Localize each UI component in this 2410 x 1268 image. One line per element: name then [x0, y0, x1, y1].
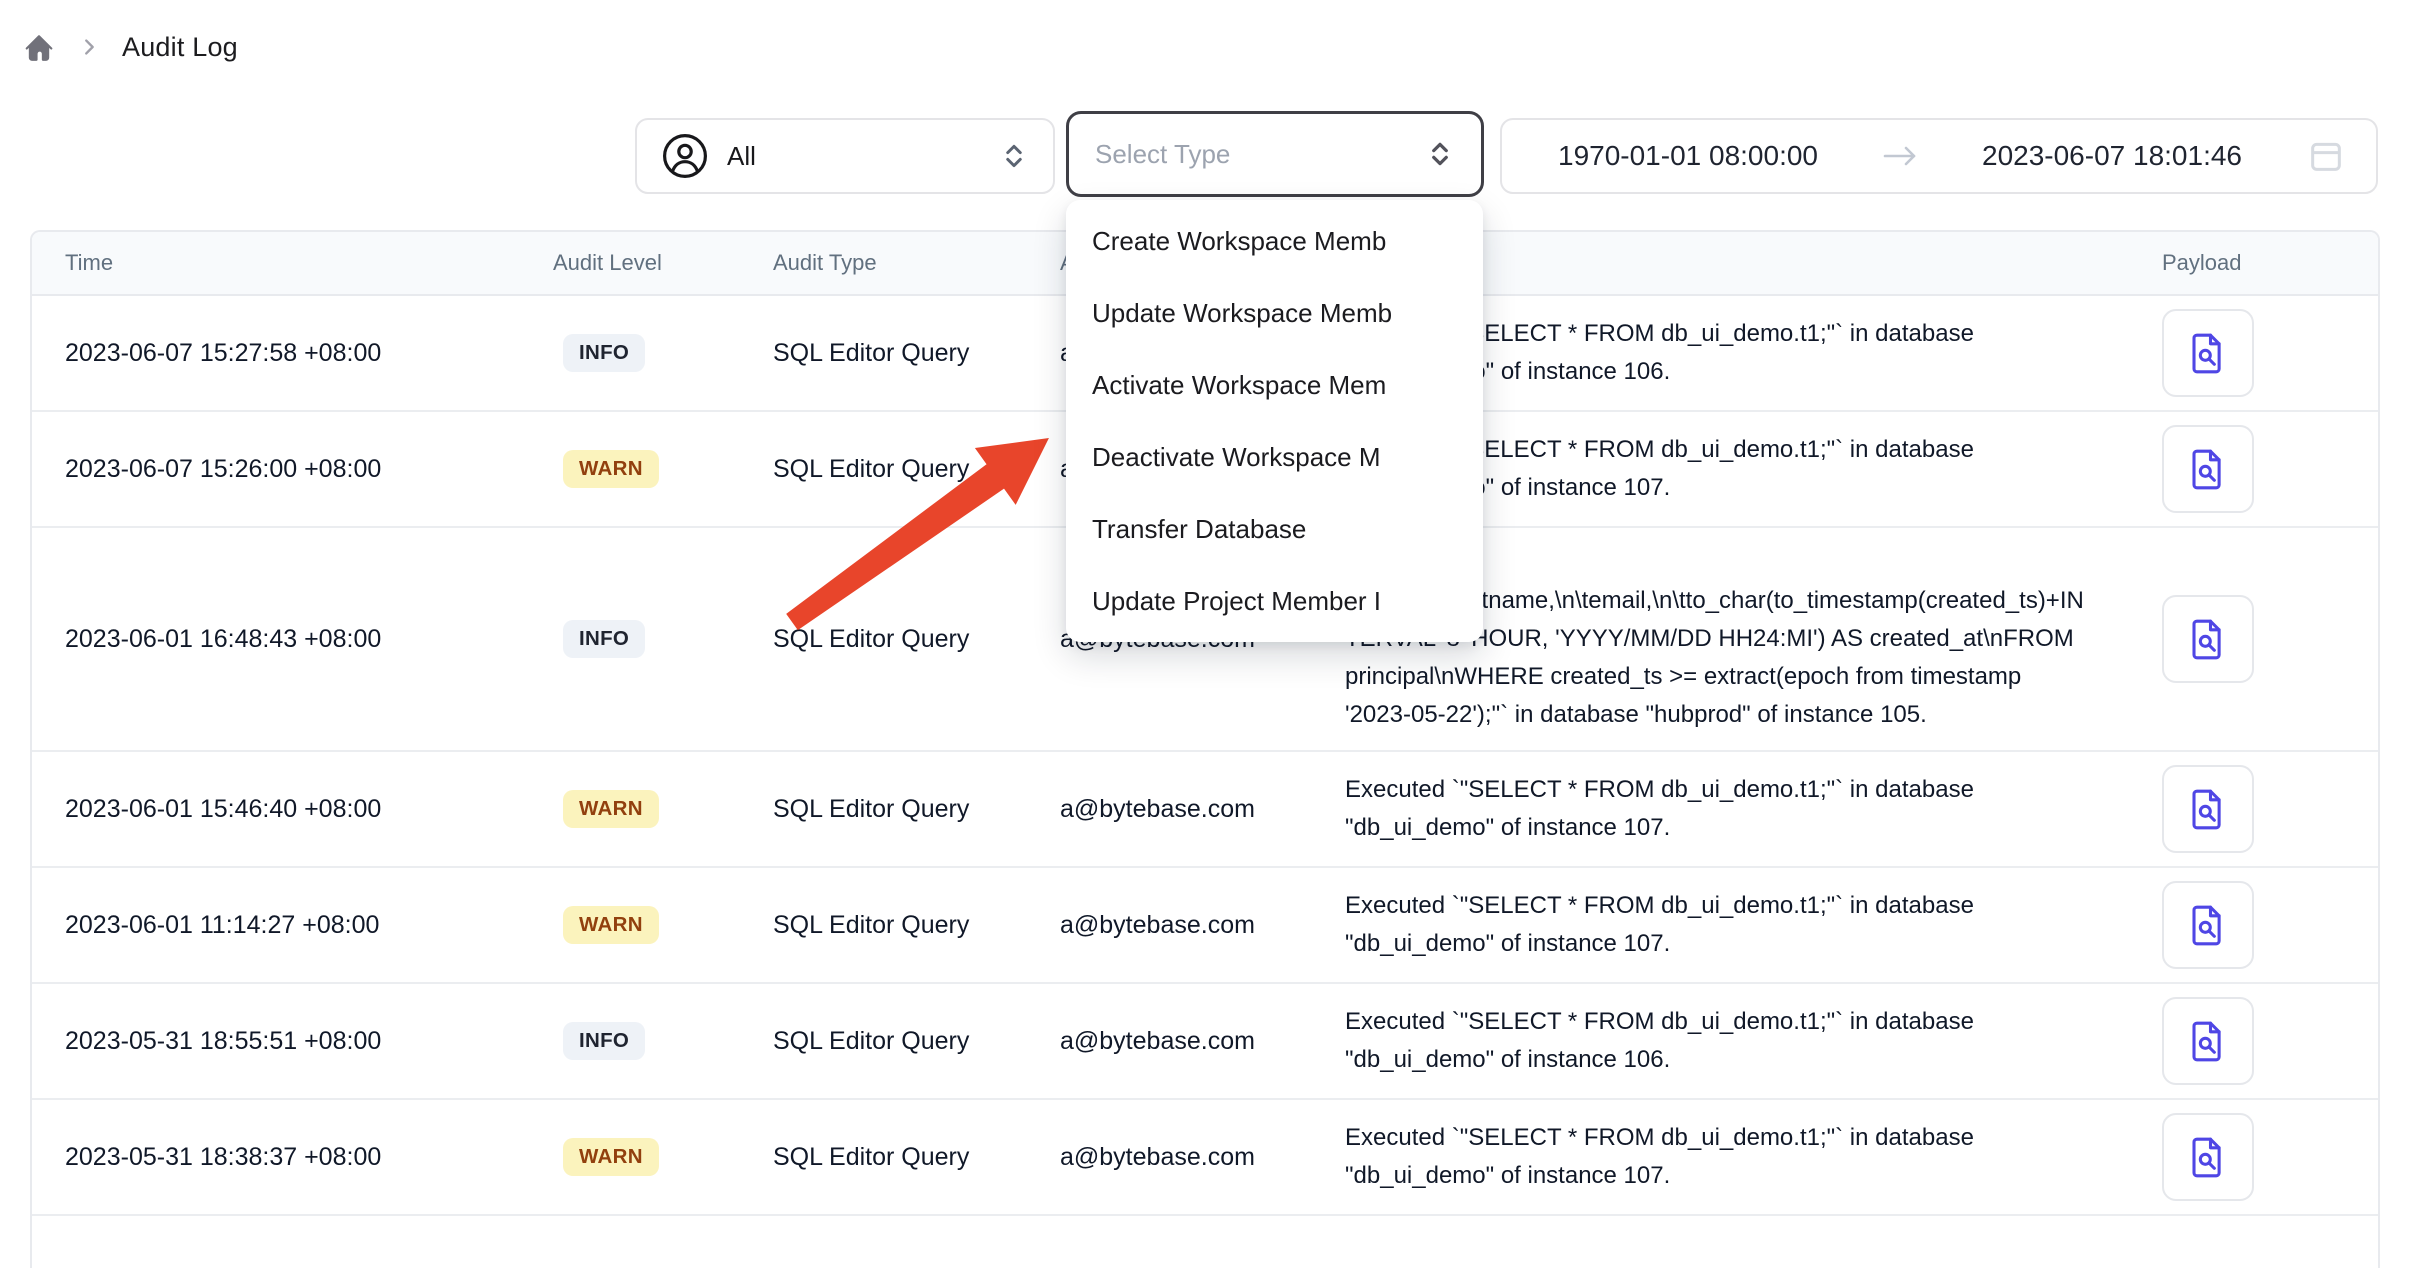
- person-circle-icon: [661, 132, 709, 180]
- comment-cell: Executed `"SELECT * FROM db_ui_demo.t1;"…: [1345, 987, 2130, 1095]
- actor-cell: a@bytebase.com: [1060, 911, 1345, 940]
- column-header-level: Audit Level: [553, 250, 773, 276]
- time-cell: 2023-06-07 15:26:00 +08:00: [32, 455, 553, 484]
- home-icon[interactable]: [22, 30, 56, 64]
- actor-filter-select[interactable]: All: [635, 118, 1055, 194]
- audit-type-cell: SQL Editor Query: [773, 795, 1060, 824]
- actor-cell: a@bytebase.com: [1060, 1027, 1345, 1056]
- actor-cell: a@bytebase.com: [1060, 1143, 1345, 1172]
- view-payload-button[interactable]: [2162, 1113, 2254, 1201]
- type-menu-item[interactable]: Deactivate Workspace M: [1066, 421, 1483, 493]
- payload-cell: [2130, 869, 2378, 981]
- payload-cell: [2130, 753, 2378, 865]
- view-payload-button[interactable]: [2162, 765, 2254, 853]
- type-menu-item[interactable]: Update Workspace Memb: [1066, 277, 1483, 349]
- audit-level-cell: WARN: [553, 1138, 773, 1176]
- audit-level-cell: WARN: [553, 450, 773, 488]
- audit-level-badge: INFO: [563, 1022, 645, 1060]
- actor-cell: a@bytebase.com: [1060, 795, 1345, 824]
- audit-level-cell: INFO: [553, 1022, 773, 1060]
- calendar-icon[interactable]: [2306, 136, 2346, 176]
- audit-type-cell: SQL Editor Query: [773, 1143, 1060, 1172]
- table-row: 2023-05-31 18:55:51 +08:00 INFO SQL Edit…: [32, 984, 2378, 1100]
- payload-cell: [2130, 985, 2378, 1097]
- updown-chevrons-icon: [999, 141, 1029, 171]
- type-filter-select[interactable]: Select Type: [1066, 111, 1484, 197]
- audit-level-cell: WARN: [553, 790, 773, 828]
- actor-filter-value: All: [727, 141, 756, 172]
- table-row: 2023-05-31 18:38:37 +08:00 WARN SQL Edit…: [32, 1100, 2378, 1216]
- audit-level-badge: INFO: [563, 334, 645, 372]
- audit-level-badge: WARN: [563, 906, 659, 944]
- type-menu-item[interactable]: Update Project Member I: [1066, 565, 1483, 637]
- page-title: Audit Log: [122, 32, 238, 63]
- view-payload-button[interactable]: [2162, 425, 2254, 513]
- audit-type-cell: SQL Editor Query: [773, 911, 1060, 940]
- type-filter-dropdown-menu: Create Workspace MembUpdate Workspace Me…: [1066, 200, 1483, 642]
- audit-level-cell: INFO: [553, 334, 773, 372]
- time-cell: 2023-06-07 15:27:58 +08:00: [32, 339, 553, 368]
- payload-cell: [2130, 297, 2378, 409]
- type-filter-placeholder: Select Type: [1095, 139, 1230, 170]
- audit-level-badge: INFO: [563, 620, 645, 658]
- table-row: 2023-06-01 11:14:27 +08:00 WARN SQL Edit…: [32, 868, 2378, 984]
- time-cell: 2023-06-01 11:14:27 +08:00: [32, 911, 553, 940]
- date-range-end[interactable]: 2023-06-07 18:01:46: [1982, 140, 2242, 172]
- view-payload-button[interactable]: [2162, 595, 2254, 683]
- audit-type-cell: SQL Editor Query: [773, 339, 1060, 368]
- column-header-payload: Payload: [2130, 250, 2378, 276]
- audit-type-cell: SQL Editor Query: [773, 625, 1060, 654]
- audit-level-badge: WARN: [563, 1138, 659, 1176]
- updown-chevrons-icon: [1425, 139, 1455, 169]
- audit-level-cell: WARN: [553, 906, 773, 944]
- audit-level-badge: WARN: [563, 790, 659, 828]
- breadcrumb: Audit Log: [22, 26, 238, 68]
- view-payload-button[interactable]: [2162, 997, 2254, 1085]
- date-range-picker[interactable]: 1970-01-01 08:00:00 2023-06-07 18:01:46: [1500, 118, 2378, 194]
- column-header-type: Audit Type: [773, 250, 1060, 276]
- time-cell: 2023-05-31 18:55:51 +08:00: [32, 1027, 553, 1056]
- comment-cell: Executed `"SELECT * FROM db_ui_demo.t1;"…: [1345, 871, 2130, 979]
- breadcrumb-chevron-icon: [78, 36, 100, 58]
- arrow-right-icon: [1882, 143, 1918, 169]
- comment-cell: Executed `"SELECT * FROM db_ui_demo.t1;"…: [1345, 1103, 2130, 1211]
- comment-cell: Executed `"SELECT * FROM db_ui_demo.t1;"…: [1345, 755, 2130, 863]
- time-cell: 2023-06-01 16:48:43 +08:00: [32, 625, 553, 654]
- audit-level-cell: INFO: [553, 620, 773, 658]
- time-cell: 2023-05-31 18:38:37 +08:00: [32, 1143, 553, 1172]
- payload-cell: [2130, 413, 2378, 525]
- view-payload-button[interactable]: [2162, 881, 2254, 969]
- view-payload-button[interactable]: [2162, 309, 2254, 397]
- next-row-partial: [32, 1216, 2378, 1268]
- table-row: 2023-06-01 15:46:40 +08:00 WARN SQL Edit…: [32, 752, 2378, 868]
- payload-cell: [2130, 583, 2378, 695]
- column-header-time: Time: [32, 250, 553, 276]
- type-menu-item[interactable]: Transfer Database: [1066, 493, 1483, 565]
- time-cell: 2023-06-01 15:46:40 +08:00: [32, 795, 553, 824]
- date-range-start[interactable]: 1970-01-01 08:00:00: [1558, 140, 1818, 172]
- audit-type-cell: SQL Editor Query: [773, 455, 1060, 484]
- audit-type-cell: SQL Editor Query: [773, 1027, 1060, 1056]
- payload-cell: [2130, 1101, 2378, 1213]
- type-menu-item[interactable]: Activate Workspace Mem: [1066, 349, 1483, 421]
- audit-level-badge: WARN: [563, 450, 659, 488]
- type-menu-item[interactable]: Create Workspace Memb: [1066, 205, 1483, 277]
